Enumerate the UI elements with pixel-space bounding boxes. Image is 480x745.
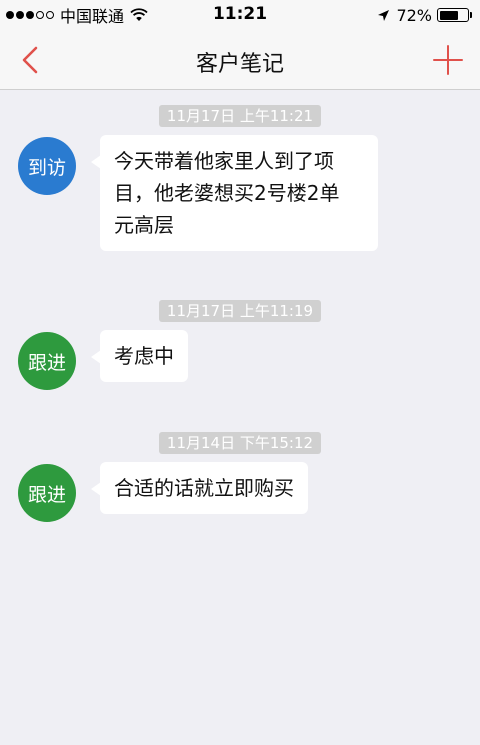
note-text-line: 合适的话就立即购买	[114, 476, 294, 500]
plus-icon	[433, 45, 463, 75]
note-text-line: 考虑中	[114, 344, 174, 368]
note-text-line: 今天带着他家里人到了项	[114, 149, 334, 173]
note-text-line: 元高层	[114, 213, 174, 237]
location-arrow-icon	[378, 9, 390, 21]
battery-percent: 72%	[396, 5, 432, 25]
note-bubble[interactable]: 今天带着他家里人到了项 目，他老婆想买2号楼2单 元高层	[91, 135, 378, 251]
note-text-line: 目，他老婆想买2号楼2单	[114, 181, 340, 205]
nav-bar: 客户笔记	[0, 30, 480, 90]
note-bubble[interactable]: 合适的话就立即购买	[91, 462, 308, 514]
note-tag-avatar[interactable]: 到访	[18, 137, 76, 195]
note-tag-avatar[interactable]: 跟进	[18, 332, 76, 390]
note-timestamp: 11月14日 下午15:12	[0, 432, 480, 454]
status-bar: 中国联通 11:21 72%	[0, 0, 480, 30]
note-timestamp: 11月17日 上午11:19	[0, 300, 480, 322]
note-tag-avatar[interactable]: 跟进	[18, 464, 76, 522]
page-title: 客户笔记	[195, 52, 284, 77]
battery-icon	[437, 8, 469, 22]
note-timestamp: 11月17日 上午11:21	[0, 105, 480, 127]
note-bubble[interactable]: 考虑中	[91, 330, 188, 382]
add-note-button[interactable]	[428, 40, 468, 80]
notes-feed[interactable]: 11月17日 上午11:21 到访 今天带着他家里人到了项 目，他老婆想买2号楼…	[0, 90, 480, 745]
status-right: 72%	[377, 5, 472, 25]
